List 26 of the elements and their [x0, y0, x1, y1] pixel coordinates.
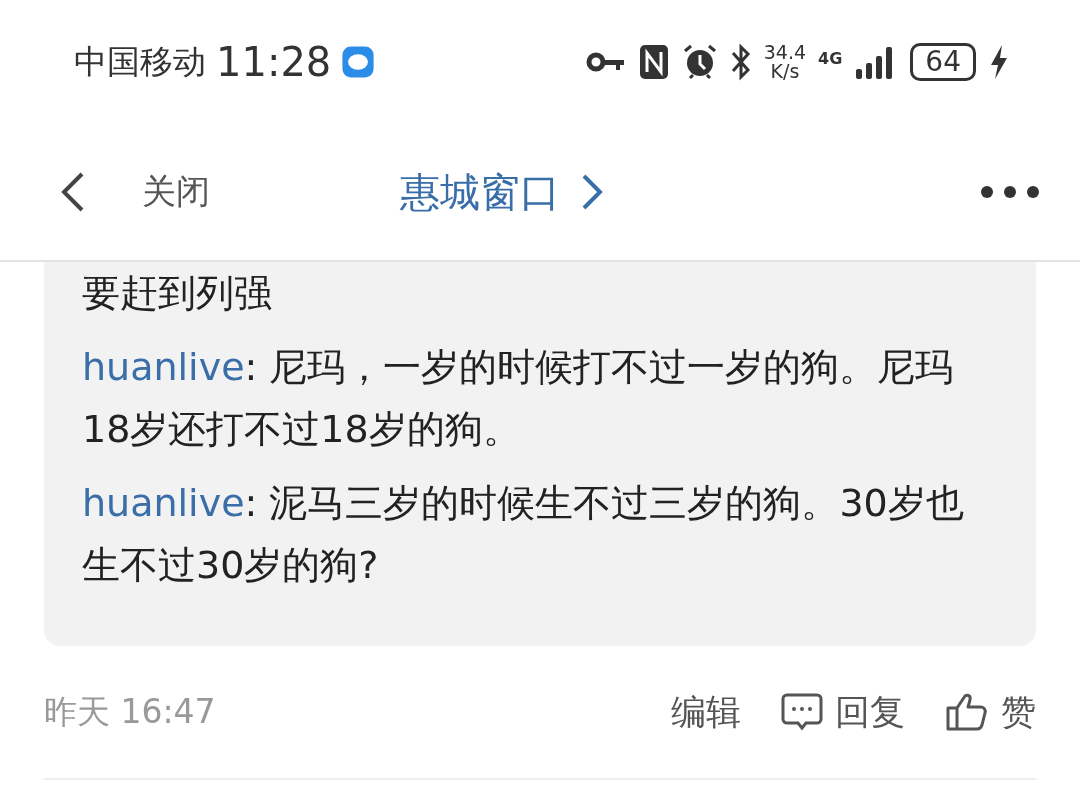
edit-button[interactable]: 编辑 — [671, 688, 741, 736]
clock-time: 11:28 — [216, 39, 332, 85]
speed-unit: K/s — [770, 62, 800, 81]
more-icon[interactable] — [980, 185, 1040, 199]
comment-text: huanlive: 泥马三岁的时候生不过三岁的狗。30岁也生不过30岁的狗? — [82, 480, 965, 589]
like-button[interactable]: 赞 — [945, 688, 1036, 736]
reply-button[interactable]: 回复 — [781, 688, 905, 736]
user-link[interactable]: huanlive — [82, 481, 245, 525]
nfc-icon — [637, 43, 670, 81]
comment-text: 要赶到列强 — [82, 270, 273, 317]
alarm-icon — [681, 43, 718, 81]
speed-value: 34.4 — [763, 43, 807, 62]
comment-text: huanlive: 尼玛，一岁的时候打不过一岁的狗。尼玛18岁还打不过18岁的狗。 — [82, 344, 955, 453]
bluetooth-icon — [729, 43, 752, 81]
network-type: 4G — [818, 49, 843, 68]
carrier-name: 中国移动 — [74, 40, 206, 83]
user-link[interactable]: huanlive — [82, 345, 245, 389]
post-time: 昨天 16:47 — [44, 690, 216, 733]
page-title[interactable]: 惠城窗口 — [400, 164, 560, 220]
message-icon — [341, 45, 376, 79]
close-button[interactable]: 关闭 — [142, 169, 210, 215]
charging-icon — [988, 43, 1010, 81]
key-icon — [585, 50, 626, 74]
battery-level: 64 — [910, 43, 976, 81]
thumbs-up-icon — [945, 692, 989, 732]
comment-icon — [781, 692, 823, 732]
